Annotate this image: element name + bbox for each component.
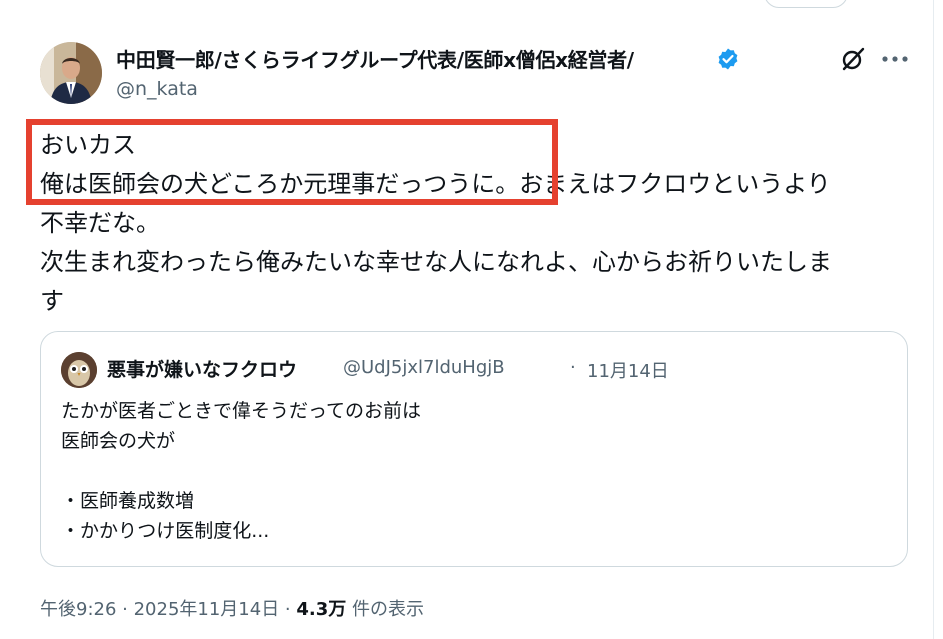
author-avatar[interactable] [40,42,102,104]
quoted-display-name[interactable]: 悪事が嫌いなフクロウ [107,355,297,382]
quoted-line [61,456,881,486]
author-display-name[interactable]: 中田賢一郎/さくらライフグループ代表/医師x僧侶x経営者/ [116,44,634,73]
post-line: 不幸だな。 [40,209,160,237]
views-count: 4.3万 [296,599,347,620]
views-label: 件の表示 [346,599,424,620]
quoted-handle[interactable]: @UdJ5jxl7lduHgjB [343,357,505,378]
top-pill-button[interactable] [764,0,848,8]
quoted-line: ・かかりつけ医制度化... [61,520,270,542]
post-line: 次生まれ変わったら俺みたいな幸せな人になれよ、心からお祈りいたしま [40,248,832,276]
post-line: す [40,287,64,315]
grok-icon[interactable] [840,46,866,72]
quoted-line: ・医師養成数増 [61,490,195,512]
separator-dot: · [570,357,576,378]
quoted-line: たかが医者ごときで偉そうだってのお前は [61,400,422,422]
quoted-date[interactable]: 11月14日 [587,357,669,383]
post-meta: 午後9:26 · 2025年11月14日 · 4.3万 件の表示 [40,595,424,621]
column-divider [933,0,934,639]
verified-badge-icon [718,48,738,70]
author-handle[interactable]: @n_kata [116,78,198,100]
quoted-line: 医師会の犬が [61,430,176,452]
post-timestamp[interactable]: 午後9:26 · 2025年11月14日 · [40,599,296,620]
red-highlight-annotation [26,119,558,205]
more-icon[interactable] [880,52,910,66]
quoted-post-card[interactable]: 悪事が嫌いなフクロウ @UdJ5jxl7lduHgjB · 11月14日 たかが… [40,331,908,567]
quoted-author-avatar [61,352,97,388]
quoted-text: たかが医者ごときで偉そうだってのお前は 医師会の犬が ・医師養成数増 ・かかりつ… [61,396,881,546]
